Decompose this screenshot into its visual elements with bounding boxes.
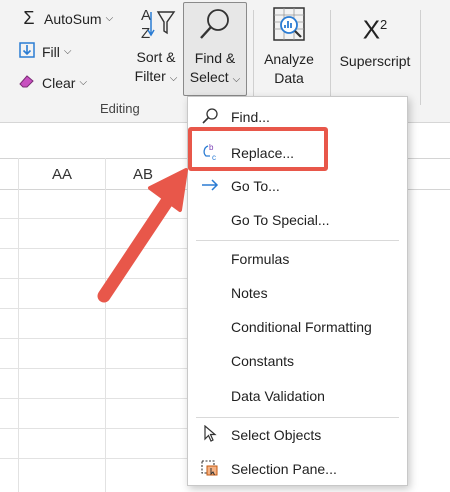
annotation-arrow-icon [97,168,188,303]
